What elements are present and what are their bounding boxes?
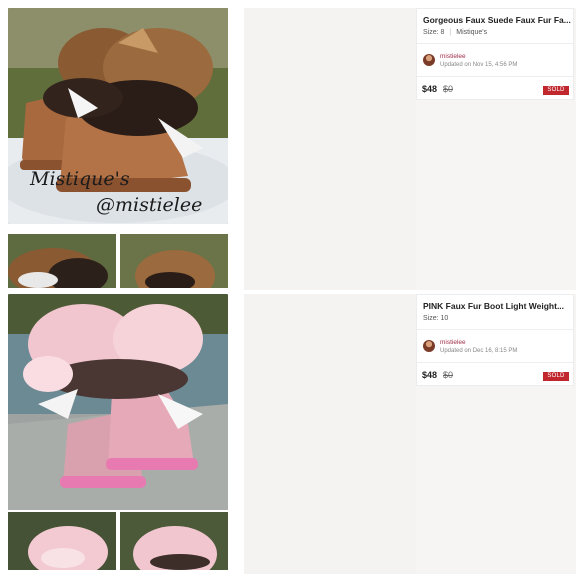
listing-title[interactable]: PINK Faux Fur Boot Light Weight... <box>423 301 573 311</box>
sold-badge: SOLD <box>543 372 569 381</box>
listing-background <box>244 8 416 290</box>
watermark-shop-name: Mistique's <box>30 168 130 190</box>
divider <box>417 329 573 330</box>
divider <box>417 362 573 363</box>
listing-meta: Size: 8 | Mistique's <box>423 29 487 36</box>
fur-detail-image <box>8 512 116 570</box>
sold-badge: SOLD <box>543 86 569 95</box>
updated-timestamp: Updated on Dec 16, 8:15 PM <box>440 348 518 354</box>
brown-boots-image <box>8 8 228 224</box>
listing-price: $48 <box>422 84 438 94</box>
size-label: Size: 8 <box>423 29 445 36</box>
listing-meta: Size: 10 <box>423 315 448 322</box>
divider <box>417 76 573 77</box>
listing-card[interactable]: PINK Faux Fur Boot Light Weight... Size:… <box>416 294 574 386</box>
main-product-photo[interactable] <box>8 294 228 510</box>
fur-detail-image <box>120 234 228 288</box>
fur-detail-image <box>120 512 228 570</box>
listing-info-column: Gorgeous Faux Suede Faux Fur Fa... Size:… <box>416 8 576 290</box>
seller-username[interactable]: mistielee <box>440 339 466 346</box>
watermark-handle: @mistielee <box>96 194 203 216</box>
updated-timestamp: Updated on Nov 15, 4:56 PM <box>440 62 518 68</box>
seller-avatar[interactable] <box>423 54 435 66</box>
listing-title[interactable]: Gorgeous Faux Suede Faux Fur Fa... <box>423 15 573 25</box>
original-price: $0 <box>443 370 454 380</box>
divider <box>417 43 573 44</box>
listing-panel: Mistique's @mistielee Gorgeous Faux Sued… <box>0 0 580 290</box>
seller-avatar[interactable] <box>423 340 435 352</box>
brand-label[interactable]: Mistique's <box>456 29 487 36</box>
size-label: Size: 10 <box>423 315 449 322</box>
listing-info-column: PINK Faux Fur Boot Light Weight... Size:… <box>416 294 576 574</box>
pink-boots-image <box>8 294 228 510</box>
listing-background <box>244 294 416 574</box>
listing-price: $48 <box>422 370 438 380</box>
seller-username[interactable]: mistielee <box>440 53 466 60</box>
meta-divider: | <box>449 29 452 36</box>
thumbnail-photo[interactable] <box>120 234 228 288</box>
main-product-photo[interactable]: Mistique's @mistielee <box>8 8 228 224</box>
listing-card[interactable]: Gorgeous Faux Suede Faux Fur Fa... Size:… <box>416 8 574 100</box>
original-price: $0 <box>443 84 454 94</box>
thumbnail-photo[interactable] <box>8 512 116 570</box>
listing-panel: PINK Faux Fur Boot Light Weight... Size:… <box>0 290 580 580</box>
thumbnail-photo[interactable] <box>8 234 116 288</box>
thumbnail-photo[interactable] <box>120 512 228 570</box>
fur-detail-image <box>8 234 116 288</box>
